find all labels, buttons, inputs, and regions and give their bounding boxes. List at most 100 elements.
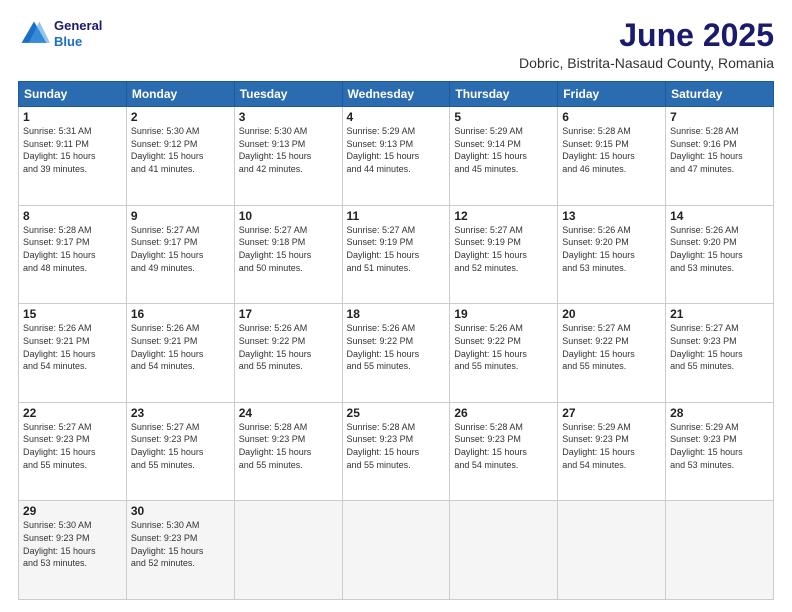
calendar-subtitle: Dobric, Bistrita-Nasaud County, Romania xyxy=(519,55,774,71)
day-cell: 22Sunrise: 5:27 AM Sunset: 9:23 PM Dayli… xyxy=(19,402,127,501)
day-cell xyxy=(558,501,666,600)
weekday-header-sunday: Sunday xyxy=(19,82,127,107)
day-number: 15 xyxy=(23,307,122,321)
weekday-header-saturday: Saturday xyxy=(666,82,774,107)
header: General Blue June 2025 Dobric, Bistrita-… xyxy=(18,18,774,71)
day-cell: 12Sunrise: 5:27 AM Sunset: 9:19 PM Dayli… xyxy=(450,205,558,304)
day-number: 11 xyxy=(347,209,446,223)
day-info: Sunrise: 5:26 AM Sunset: 9:22 PM Dayligh… xyxy=(454,322,553,372)
day-info: Sunrise: 5:28 AM Sunset: 9:23 PM Dayligh… xyxy=(347,421,446,471)
day-cell: 10Sunrise: 5:27 AM Sunset: 9:18 PM Dayli… xyxy=(234,205,342,304)
day-number: 22 xyxy=(23,406,122,420)
day-cell: 28Sunrise: 5:29 AM Sunset: 9:23 PM Dayli… xyxy=(666,402,774,501)
day-info: Sunrise: 5:30 AM Sunset: 9:23 PM Dayligh… xyxy=(23,519,122,569)
day-info: Sunrise: 5:31 AM Sunset: 9:11 PM Dayligh… xyxy=(23,125,122,175)
day-info: Sunrise: 5:27 AM Sunset: 9:17 PM Dayligh… xyxy=(131,224,230,274)
day-number: 30 xyxy=(131,504,230,518)
weekday-header-tuesday: Tuesday xyxy=(234,82,342,107)
weekday-header-monday: Monday xyxy=(126,82,234,107)
logo-line2: Blue xyxy=(54,34,102,50)
day-info: Sunrise: 5:28 AM Sunset: 9:15 PM Dayligh… xyxy=(562,125,661,175)
day-cell: 5Sunrise: 5:29 AM Sunset: 9:14 PM Daylig… xyxy=(450,107,558,206)
day-info: Sunrise: 5:26 AM Sunset: 9:21 PM Dayligh… xyxy=(131,322,230,372)
day-info: Sunrise: 5:27 AM Sunset: 9:23 PM Dayligh… xyxy=(23,421,122,471)
day-number: 16 xyxy=(131,307,230,321)
day-info: Sunrise: 5:29 AM Sunset: 9:23 PM Dayligh… xyxy=(670,421,769,471)
day-number: 29 xyxy=(23,504,122,518)
day-cell xyxy=(234,501,342,600)
day-info: Sunrise: 5:27 AM Sunset: 9:19 PM Dayligh… xyxy=(347,224,446,274)
day-cell: 16Sunrise: 5:26 AM Sunset: 9:21 PM Dayli… xyxy=(126,304,234,403)
day-number: 24 xyxy=(239,406,338,420)
week-row-1: 1Sunrise: 5:31 AM Sunset: 9:11 PM Daylig… xyxy=(19,107,774,206)
day-info: Sunrise: 5:26 AM Sunset: 9:20 PM Dayligh… xyxy=(562,224,661,274)
day-number: 4 xyxy=(347,110,446,124)
week-row-5: 29Sunrise: 5:30 AM Sunset: 9:23 PM Dayli… xyxy=(19,501,774,600)
weekday-header-wednesday: Wednesday xyxy=(342,82,450,107)
day-cell xyxy=(666,501,774,600)
day-info: Sunrise: 5:28 AM Sunset: 9:16 PM Dayligh… xyxy=(670,125,769,175)
day-number: 5 xyxy=(454,110,553,124)
day-cell: 15Sunrise: 5:26 AM Sunset: 9:21 PM Dayli… xyxy=(19,304,127,403)
day-cell: 29Sunrise: 5:30 AM Sunset: 9:23 PM Dayli… xyxy=(19,501,127,600)
day-cell: 13Sunrise: 5:26 AM Sunset: 9:20 PM Dayli… xyxy=(558,205,666,304)
title-block: June 2025 Dobric, Bistrita-Nasaud County… xyxy=(519,18,774,71)
week-row-3: 15 Sunrise: 5:26 AM Sunset: 9:21 PM Dayli… xyxy=(19,304,774,403)
day-cell: 20Sunrise: 5:27 AM Sunset: 9:22 PM Dayli… xyxy=(558,304,666,403)
day-cell: 3Sunrise: 5:30 AM Sunset: 9:13 PM Daylig… xyxy=(234,107,342,206)
calendar-table: SundayMondayTuesdayWednesdayThursdayFrid… xyxy=(18,81,774,600)
day-number: 13 xyxy=(562,209,661,223)
day-number: 21 xyxy=(670,307,769,321)
day-cell: 14Sunrise: 5:26 AM Sunset: 9:20 PM Dayli… xyxy=(666,205,774,304)
day-number: 10 xyxy=(239,209,338,223)
logo-icon xyxy=(18,18,50,50)
week-row-4: 22Sunrise: 5:27 AM Sunset: 9:23 PM Dayli… xyxy=(19,402,774,501)
day-cell: 4Sunrise: 5:29 AM Sunset: 9:13 PM Daylig… xyxy=(342,107,450,206)
day-cell: 7Sunrise: 5:28 AM Sunset: 9:16 PM Daylig… xyxy=(666,107,774,206)
logo: General Blue xyxy=(18,18,102,50)
day-cell xyxy=(450,501,558,600)
logo-text: General Blue xyxy=(54,18,102,49)
day-cell: 19Sunrise: 5:26 AM Sunset: 9:22 PM Dayli… xyxy=(450,304,558,403)
day-number: 9 xyxy=(131,209,230,223)
day-info: Sunrise: 5:26 AM Sunset: 9:22 PM Dayligh… xyxy=(239,322,338,372)
day-cell: 25Sunrise: 5:28 AM Sunset: 9:23 PM Dayli… xyxy=(342,402,450,501)
day-cell: 2Sunrise: 5:30 AM Sunset: 9:12 PM Daylig… xyxy=(126,107,234,206)
day-cell: 23Sunrise: 5:27 AM Sunset: 9:23 PM Dayli… xyxy=(126,402,234,501)
day-cell: 11Sunrise: 5:27 AM Sunset: 9:19 PM Dayli… xyxy=(342,205,450,304)
day-number: 12 xyxy=(454,209,553,223)
day-number: 27 xyxy=(562,406,661,420)
day-cell: 26Sunrise: 5:28 AM Sunset: 9:23 PM Dayli… xyxy=(450,402,558,501)
day-cell: 30Sunrise: 5:30 AM Sunset: 9:23 PM Dayli… xyxy=(126,501,234,600)
week-row-2: 8Sunrise: 5:28 AM Sunset: 9:17 PM Daylig… xyxy=(19,205,774,304)
day-info: Sunrise: 5:27 AM Sunset: 9:22 PM Dayligh… xyxy=(562,322,661,372)
day-number: 1 xyxy=(23,110,122,124)
day-number: 3 xyxy=(239,110,338,124)
day-number: 28 xyxy=(670,406,769,420)
day-info: Sunrise: 5:29 AM Sunset: 9:23 PM Dayligh… xyxy=(562,421,661,471)
day-cell: 9Sunrise: 5:27 AM Sunset: 9:17 PM Daylig… xyxy=(126,205,234,304)
day-number: 6 xyxy=(562,110,661,124)
day-cell: 27Sunrise: 5:29 AM Sunset: 9:23 PM Dayli… xyxy=(558,402,666,501)
day-number: 23 xyxy=(131,406,230,420)
day-number: 20 xyxy=(562,307,661,321)
day-number: 14 xyxy=(670,209,769,223)
weekday-header-row: SundayMondayTuesdayWednesdayThursdayFrid… xyxy=(19,82,774,107)
page: General Blue June 2025 Dobric, Bistrita-… xyxy=(0,0,792,612)
day-info: Sunrise: 5:29 AM Sunset: 9:13 PM Dayligh… xyxy=(347,125,446,175)
day-number: 7 xyxy=(670,110,769,124)
day-info: Sunrise: 5:26 AM Sunset: 9:20 PM Dayligh… xyxy=(670,224,769,274)
day-cell: 8Sunrise: 5:28 AM Sunset: 9:17 PM Daylig… xyxy=(19,205,127,304)
day-info: Sunrise: 5:30 AM Sunset: 9:13 PM Dayligh… xyxy=(239,125,338,175)
day-number: 19 xyxy=(454,307,553,321)
day-number: 26 xyxy=(454,406,553,420)
day-number: 25 xyxy=(347,406,446,420)
day-info: Sunrise: 5:30 AM Sunset: 9:12 PM Dayligh… xyxy=(131,125,230,175)
day-cell: 21Sunrise: 5:27 AM Sunset: 9:23 PM Dayli… xyxy=(666,304,774,403)
day-number: 18 xyxy=(347,307,446,321)
day-cell: 6Sunrise: 5:28 AM Sunset: 9:15 PM Daylig… xyxy=(558,107,666,206)
day-info: Sunrise: 5:27 AM Sunset: 9:23 PM Dayligh… xyxy=(670,322,769,372)
day-cell: 1Sunrise: 5:31 AM Sunset: 9:11 PM Daylig… xyxy=(19,107,127,206)
day-info: Sunrise: 5:28 AM Sunset: 9:23 PM Dayligh… xyxy=(239,421,338,471)
day-info: Sunrise: 5:30 AM Sunset: 9:23 PM Dayligh… xyxy=(131,519,230,569)
